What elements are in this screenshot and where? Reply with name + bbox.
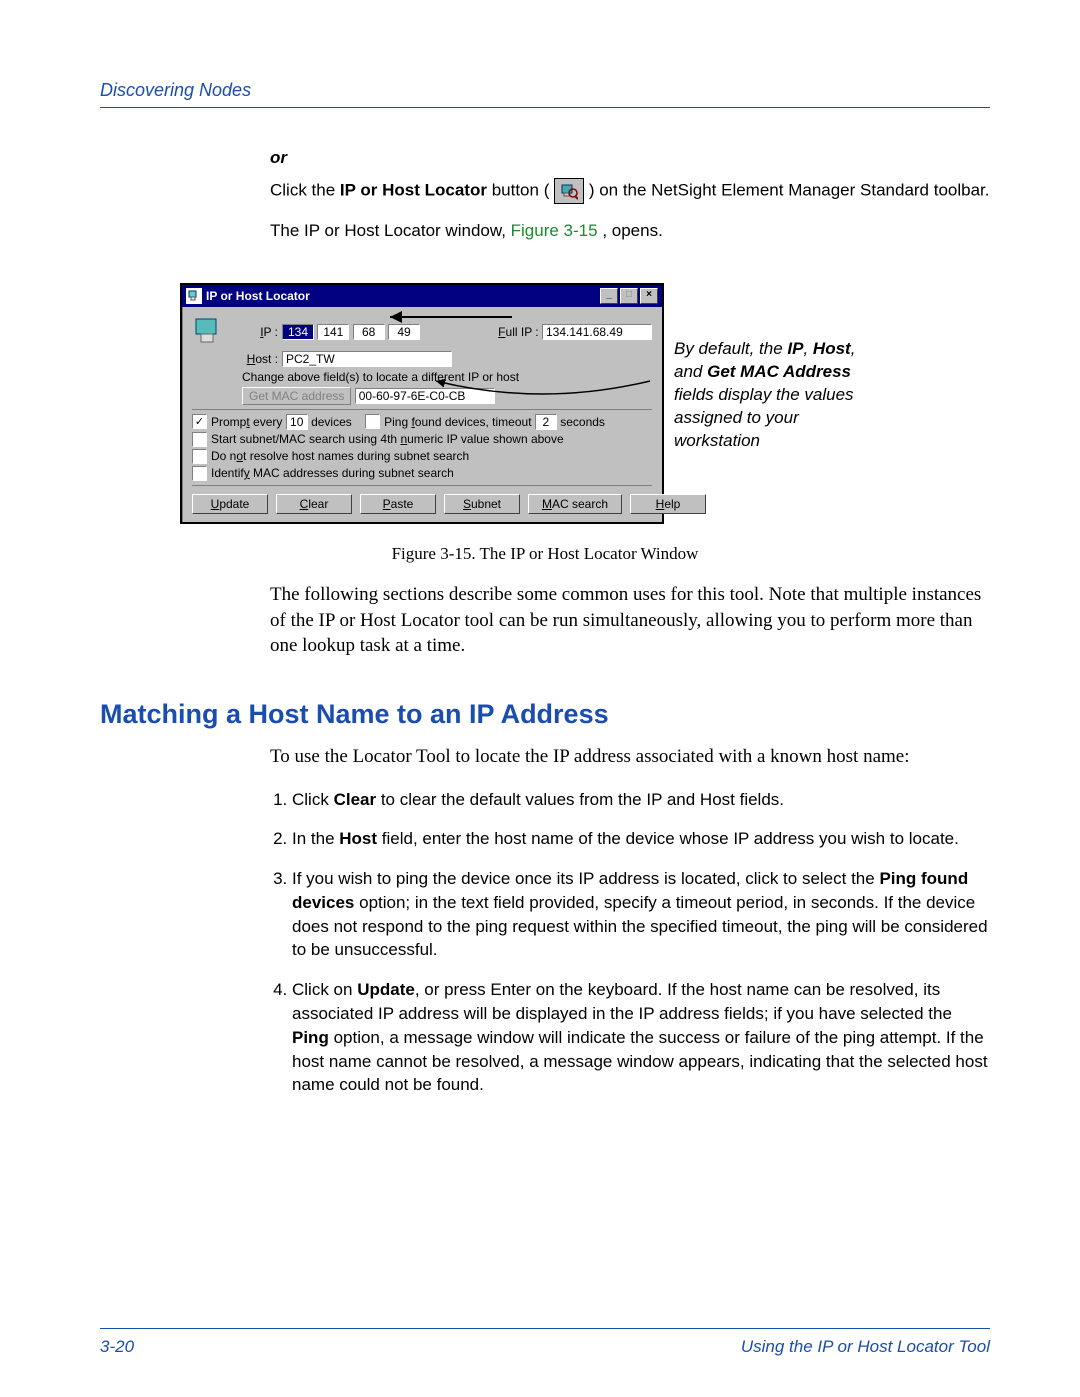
dialog-title: IP or Host Locator	[206, 289, 310, 303]
page-number: 3-20	[100, 1337, 134, 1357]
step-2: In the Host field, enter the host name o…	[292, 827, 990, 851]
start-subnet-checkbox[interactable]	[192, 432, 207, 447]
text: , opens.	[602, 221, 663, 240]
get-mac-button[interactable]: Get MAC address	[242, 387, 351, 405]
header-divider	[100, 107, 990, 108]
subnet-button[interactable]: Subnet	[444, 494, 520, 514]
ping-timeout-field[interactable]: 2	[535, 414, 557, 430]
footer-right: Using the IP or Host Locator Tool	[741, 1337, 990, 1357]
app-icon	[186, 288, 202, 304]
text: button (	[492, 180, 554, 199]
computer-icon	[192, 316, 226, 348]
identify-mac-label: Identify MAC addresses during subnet sea…	[211, 466, 454, 480]
following-paragraph: The following sections describe some com…	[270, 582, 990, 659]
ip-octet-4[interactable]: 49	[388, 324, 420, 340]
help-button[interactable]: Help	[630, 494, 706, 514]
ip-host-locator-dialog: IP or Host Locator _ □ ×	[180, 283, 664, 524]
paste-button[interactable]: Paste	[360, 494, 436, 514]
step-list: Click Clear to clear the default values …	[270, 788, 990, 1098]
full-ip-label: Full IP :	[498, 325, 538, 339]
no-resolve-label: Do not resolve host names during subnet …	[211, 449, 469, 463]
prompt-every-label-a: Prompt every	[211, 415, 282, 429]
figure-callout: By default, the IP, Host, and Get MAC Ad…	[674, 283, 879, 453]
page-footer: 3-20 Using the IP or Host Locator Tool	[100, 1328, 990, 1357]
text: The IP or Host Locator window,	[270, 221, 511, 240]
or-label: or	[270, 148, 990, 168]
minimize-button[interactable]: _	[600, 288, 618, 304]
divider	[192, 409, 652, 410]
dialog-titlebar[interactable]: IP or Host Locator _ □ ×	[182, 285, 662, 307]
ip-host-locator-name: IP or Host Locator	[340, 180, 487, 199]
host-field[interactable]: PC2_TW	[282, 351, 452, 367]
clear-button[interactable]: Clear	[276, 494, 352, 514]
start-subnet-label: Start subnet/MAC search using 4th numeri…	[211, 432, 564, 446]
prompt-every-label-b: devices	[311, 415, 352, 429]
intro-paragraph-1: Click the IP or Host Locator button ( ) …	[270, 178, 990, 204]
prompt-every-field[interactable]: 10	[286, 414, 308, 430]
text: Click the	[270, 180, 340, 199]
ip-octet-2[interactable]: 141	[317, 324, 349, 340]
ping-found-label-a: Ping found devices, timeout	[384, 415, 531, 429]
section-heading: Matching a Host Name to an IP Address	[100, 699, 990, 730]
ping-found-label-b: seconds	[560, 415, 605, 429]
update-button[interactable]: Update	[192, 494, 268, 514]
maximize-button[interactable]: □	[620, 288, 638, 304]
breadcrumb: Discovering Nodes	[100, 80, 990, 101]
full-ip-field[interactable]: 134.141.68.49	[542, 324, 652, 340]
prompt-every-checkbox[interactable]: ✓	[192, 414, 207, 429]
divider	[192, 485, 652, 486]
host-label: Host :	[232, 352, 282, 366]
section-lead: To use the Locator Tool to locate the IP…	[270, 744, 990, 770]
ip-octet-3[interactable]: 68	[353, 324, 385, 340]
identify-mac-checkbox[interactable]	[192, 466, 207, 481]
ip-host-locator-toolbar-icon[interactable]	[554, 178, 584, 204]
ip-octet-1[interactable]: 134	[282, 324, 314, 340]
ip-label: IP :	[232, 325, 282, 339]
figure-caption: Figure 3-15. The IP or Host Locator Wind…	[100, 544, 990, 564]
ping-found-checkbox[interactable]	[365, 414, 380, 429]
change-note: Change above field(s) to locate a differ…	[242, 370, 652, 384]
step-3: If you wish to ping the device once its …	[292, 867, 990, 962]
intro-paragraph-2: The IP or Host Locator window, Figure 3-…	[270, 220, 990, 243]
macsearch-button[interactable]: MAC search	[528, 494, 622, 514]
text: ) on the NetSight Element Manager Standa…	[589, 180, 990, 199]
step-1: Click Clear to clear the default values …	[292, 788, 990, 812]
figure-block: IP or Host Locator _ □ ×	[180, 283, 990, 524]
mac-field[interactable]: 00-60-97-6E-C0-CB	[355, 388, 495, 404]
figure-crossref[interactable]: Figure 3-15	[511, 221, 598, 240]
close-button[interactable]: ×	[640, 288, 658, 304]
step-4: Click on Update, or press Enter on the k…	[292, 978, 990, 1097]
no-resolve-checkbox[interactable]	[192, 449, 207, 464]
